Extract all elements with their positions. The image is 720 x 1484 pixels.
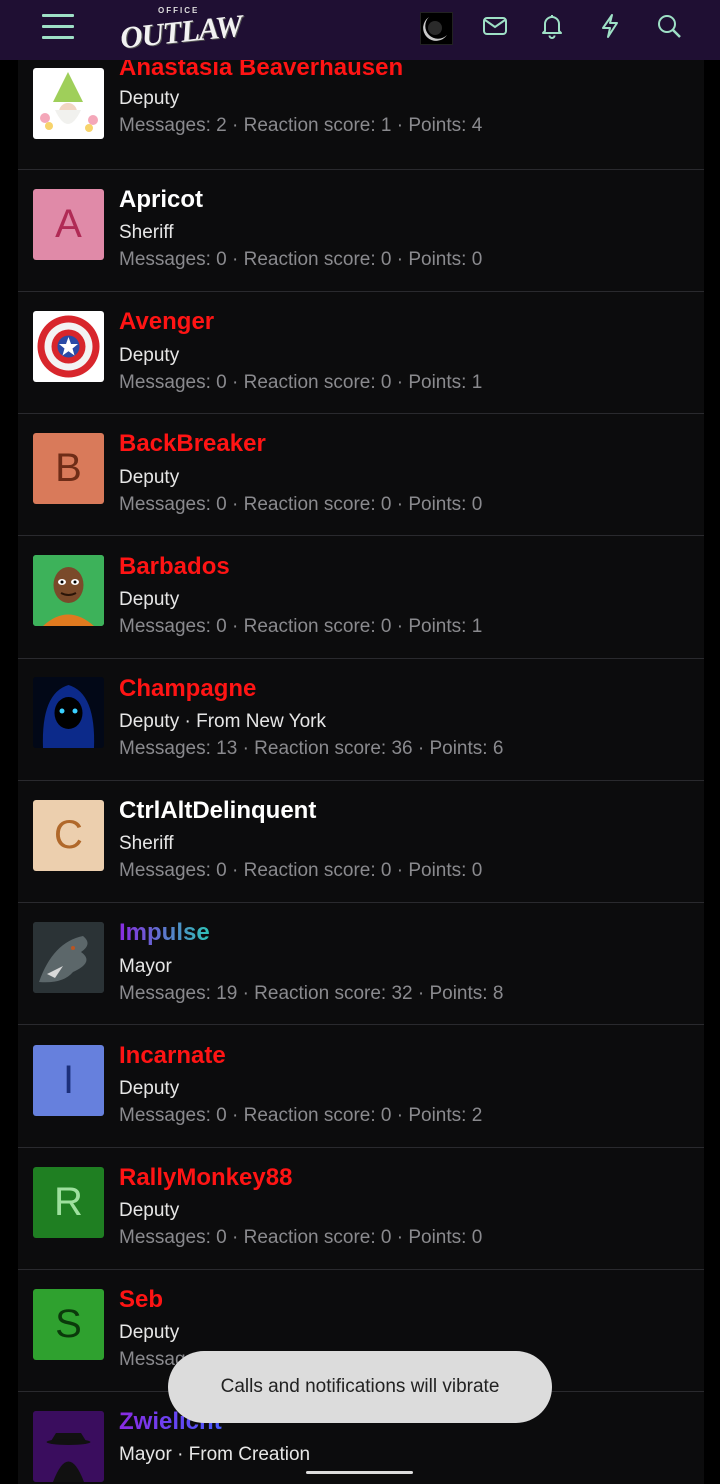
bell-icon[interactable] bbox=[536, 10, 568, 42]
letter-avatar[interactable]: I bbox=[33, 1045, 104, 1116]
member-title: Deputy bbox=[119, 1322, 180, 1343]
member-name[interactable]: Seb bbox=[119, 1286, 163, 1314]
member-name[interactable]: CtrlAltDelinquent bbox=[119, 797, 316, 825]
user-avatar[interactable] bbox=[420, 12, 453, 45]
member-title: Deputy bbox=[119, 1078, 180, 1099]
toast-text: Calls and notifications will vibrate bbox=[220, 1376, 500, 1397]
member-name[interactable]: Incarnate bbox=[119, 1042, 226, 1070]
member-row[interactable]: I Incarnate Deputy Messages: 0 · Reactio… bbox=[18, 1026, 704, 1148]
member-title: Mayor · From Creation bbox=[119, 1444, 311, 1465]
member-row[interactable]: C CtrlAltDelinquent Sheriff Messages: 0 … bbox=[18, 781, 704, 903]
member-name[interactable]: Champagne bbox=[119, 675, 256, 703]
member-row[interactable]: R RallyMonkey88 Deputy Messages: 0 · Rea… bbox=[18, 1148, 704, 1270]
cartoon-man-image[interactable] bbox=[33, 555, 104, 626]
member-title: Mayor bbox=[119, 956, 172, 977]
avatar-letter: C bbox=[54, 813, 83, 857]
member-title: Sheriff bbox=[119, 833, 174, 854]
detective-image[interactable] bbox=[33, 1411, 104, 1482]
shield-image[interactable] bbox=[33, 311, 104, 382]
member-stats: Messages: 0 · Reaction score: 0 · Points… bbox=[119, 616, 483, 637]
member-name[interactable]: Apricot bbox=[119, 186, 203, 214]
logo-big-text: OUTLAW bbox=[118, 7, 244, 56]
letter-avatar[interactable]: A bbox=[33, 189, 104, 260]
member-row[interactable]: B BackBreaker Deputy Messages: 0 · React… bbox=[18, 414, 704, 536]
member-title: Deputy · From New York bbox=[119, 711, 326, 732]
letter-avatar[interactable]: R bbox=[33, 1167, 104, 1238]
member-title: Deputy bbox=[119, 467, 180, 488]
member-stats: Messages: 13 · Reaction score: 36 · Poin… bbox=[119, 738, 504, 759]
dragon-image[interactable] bbox=[33, 922, 104, 993]
member-row[interactable]: Avenger Deputy Messages: 0 · Reaction sc… bbox=[18, 292, 704, 414]
menu-icon[interactable] bbox=[42, 14, 74, 42]
site-logo[interactable]: OFFICE OUTLAW bbox=[118, 6, 243, 55]
member-stats: Messages: 2 · Reaction score: 1 · Points… bbox=[119, 115, 483, 136]
avatar-letter: R bbox=[54, 1180, 83, 1224]
member-row[interactable]: A Apricot Sheriff Messages: 0 · Reaction… bbox=[18, 170, 704, 292]
member-row[interactable]: Impulse Mayor Messages: 19 · Reaction sc… bbox=[18, 903, 704, 1025]
member-stats: Messages: 0 · Reaction score: 0 · Points… bbox=[119, 1105, 483, 1126]
vibrate-toast: Calls and notifications will vibrate bbox=[168, 1351, 552, 1423]
member-stats: Messages: 0 · Reaction score: 0 · Points… bbox=[119, 494, 483, 515]
search-icon[interactable] bbox=[653, 10, 685, 42]
member-name[interactable]: Anastasia Beaverhausen bbox=[119, 60, 403, 82]
member-stats: Messages: 0 · Reaction score: 0 · Points… bbox=[119, 372, 483, 393]
member-title: Deputy bbox=[119, 88, 180, 109]
gesture-home-bar[interactable] bbox=[306, 1471, 413, 1474]
top-navigation-bar: OFFICE OUTLAW bbox=[0, 0, 720, 60]
hooded-figure-image[interactable] bbox=[33, 677, 104, 748]
member-list: Anastasia Beaverhausen Deputy Messages: … bbox=[18, 60, 704, 1484]
avatar-letter: A bbox=[55, 202, 82, 246]
member-stats: Messages: 0 · Reaction score: 0 · Points… bbox=[119, 860, 483, 881]
member-name[interactable]: BackBreaker bbox=[119, 430, 266, 458]
member-stats: Messages: 19 · Reaction score: 32 · Poin… bbox=[119, 983, 504, 1004]
gnome-image[interactable] bbox=[33, 68, 104, 139]
member-title: Deputy bbox=[119, 345, 180, 366]
member-name[interactable]: Barbados bbox=[119, 553, 230, 581]
member-title: Deputy bbox=[119, 589, 180, 610]
member-title: Deputy bbox=[119, 1200, 180, 1221]
member-row[interactable]: Barbados Deputy Messages: 0 · Reaction s… bbox=[18, 537, 704, 659]
member-title: Sheriff bbox=[119, 222, 174, 243]
member-row[interactable]: Champagne Deputy · From New York Message… bbox=[18, 659, 704, 781]
member-row[interactable]: Anastasia Beaverhausen Deputy Messages: … bbox=[18, 60, 704, 170]
lightning-icon[interactable] bbox=[594, 10, 626, 42]
letter-avatar[interactable]: B bbox=[33, 433, 104, 504]
member-name[interactable]: RallyMonkey88 bbox=[119, 1164, 292, 1192]
member-name[interactable]: Impulse bbox=[119, 919, 210, 947]
member-stats: Messages: 0 · Reaction score: 0 · Points… bbox=[119, 1227, 483, 1248]
member-stats: Messages: 0 · Reaction score: 0 · Points… bbox=[119, 249, 483, 270]
member-name[interactable]: Avenger bbox=[119, 308, 214, 336]
avatar-letter: B bbox=[55, 446, 82, 490]
envelope-icon[interactable] bbox=[479, 10, 511, 42]
avatar-letter: S bbox=[55, 1302, 82, 1346]
letter-avatar[interactable]: C bbox=[33, 800, 104, 871]
avatar-letter: I bbox=[62, 1058, 75, 1102]
letter-avatar[interactable]: S bbox=[33, 1289, 104, 1360]
